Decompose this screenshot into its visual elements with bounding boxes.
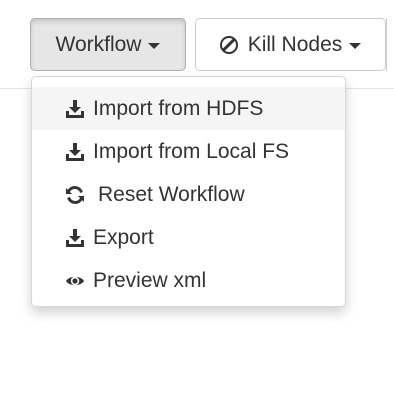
menu-item-import-local-fs[interactable]: Import from Local FS: [32, 130, 345, 173]
kill-nodes-button-label: Kill Nodes: [247, 32, 343, 56]
menu-item-import-hdfs[interactable]: Import from HDFS: [32, 87, 345, 130]
eye-icon: [65, 271, 85, 291]
next-button-edge[interactable]: [386, 18, 394, 71]
menu-item-reset-workflow[interactable]: Reset Workflow: [32, 173, 345, 216]
ban-icon: [219, 35, 238, 54]
caret-down-icon: [148, 42, 161, 49]
menu-item-label: Import from HDFS: [93, 96, 264, 120]
kill-nodes-dropdown-button[interactable]: Kill Nodes: [195, 18, 386, 71]
menu-item-label: Reset Workflow: [98, 182, 245, 206]
workflow-button-label: Workflow: [55, 32, 142, 56]
download-icon: [65, 142, 85, 162]
caret-down-icon: [349, 42, 362, 49]
refresh-icon: [65, 185, 85, 205]
menu-item-label: Preview xml: [93, 268, 207, 292]
menu-item-label: Export: [93, 225, 154, 249]
menu-item-label: Import from Local FS: [93, 139, 290, 163]
menu-item-export[interactable]: Export: [32, 216, 345, 259]
download-icon: [65, 99, 85, 119]
download-icon: [65, 228, 85, 248]
menu-item-preview-xml[interactable]: Preview xml: [32, 259, 345, 302]
workflow-dropdown-menu: Import from HDFS Import from Local FS Re…: [31, 76, 346, 307]
workflow-dropdown-button[interactable]: Workflow: [30, 18, 186, 71]
